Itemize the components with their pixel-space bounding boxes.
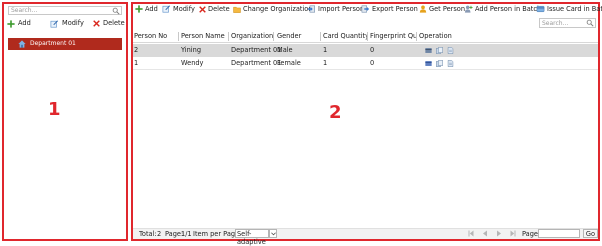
org-delete-label: Delete — [103, 19, 125, 27]
cell-person-name: Wendy — [181, 59, 204, 67]
close-icon — [93, 20, 100, 27]
callout-number-2: 2 — [329, 102, 342, 123]
last-page-icon[interactable] — [510, 230, 516, 237]
go-label: Go — [585, 230, 596, 238]
items-per-page-dropdown[interactable] — [269, 229, 277, 238]
person-icon — [419, 5, 427, 13]
cell-organization: Department 01 — [231, 46, 282, 54]
document-icon[interactable] — [447, 47, 454, 54]
change-organization-label: Change Organization — [243, 5, 313, 13]
cell-person-no: 1 — [134, 59, 139, 67]
column-divider[interactable] — [273, 32, 274, 41]
table-row[interactable] — [133, 44, 598, 57]
issue-card-in-batch-button[interactable]: Issue Card in Batch — [536, 4, 602, 14]
first-page-icon[interactable] — [468, 230, 474, 237]
org-delete-button[interactable]: Delete — [93, 19, 125, 28]
edit-icon — [162, 5, 171, 13]
tree-item-department-01[interactable]: Department 01 — [8, 38, 122, 50]
items-per-page-value: Self-adaptive — [237, 230, 266, 246]
page-value: 1/1 — [181, 230, 192, 238]
delete-label: Delete — [208, 5, 230, 13]
cell-card-quantity: 1 — [323, 59, 328, 67]
org-modify-button[interactable]: Modify — [50, 19, 84, 28]
column-header-operation[interactable]: Operation — [419, 30, 459, 43]
get-person-button[interactable]: Get Person — [419, 4, 465, 14]
close-icon — [199, 5, 206, 13]
copy-icon[interactable] — [436, 60, 443, 67]
column-divider[interactable] — [228, 32, 229, 41]
folder-icon — [233, 6, 241, 13]
go-button[interactable]: Go — [583, 229, 598, 238]
cell-person-no: 2 — [134, 46, 139, 54]
column-header-gender[interactable]: Gender — [277, 30, 321, 43]
organization-panel: Search... Add Modify Delete Department 0… — [2, 2, 128, 241]
column-divider[interactable] — [320, 32, 321, 41]
organization-search-placeholder: Search... — [11, 7, 38, 14]
org-modify-label: Modify — [62, 19, 84, 27]
plus-icon — [135, 5, 143, 13]
search-icon[interactable] — [112, 7, 120, 15]
column-header-organization[interactable]: Organization — [231, 30, 274, 43]
search-icon[interactable] — [586, 19, 594, 27]
home-icon — [18, 40, 26, 48]
items-per-page-select[interactable]: Self-adaptive — [235, 229, 269, 246]
cell-person-name: Yining — [181, 46, 201, 54]
plus-icon — [7, 19, 15, 28]
change-organization-button[interactable]: Change Organization — [233, 4, 313, 14]
total-label: Total: — [139, 230, 157, 238]
total-value: 2 — [157, 230, 162, 238]
add-label: Add — [145, 5, 158, 13]
edit-icon — [50, 19, 59, 28]
cell-fingerprint-quantity: 0 — [370, 59, 375, 67]
page-input-label: Page — [522, 230, 538, 238]
person-search-placeholder: Search... — [542, 20, 569, 27]
column-divider[interactable] — [178, 32, 179, 41]
column-divider[interactable] — [416, 32, 417, 41]
export-person-button[interactable]: Export Person — [361, 4, 418, 14]
add-person-in-batch-button[interactable]: Add Person in Batch — [464, 4, 541, 14]
cell-fingerprint-quantity: 0 — [370, 46, 375, 54]
column-divider[interactable] — [367, 32, 368, 41]
cell-gender: Female — [277, 59, 301, 67]
cell-card-quantity: 1 — [323, 46, 328, 54]
document-icon[interactable] — [447, 60, 454, 67]
org-add-label: Add — [18, 19, 31, 27]
column-header-card-quantity[interactable]: Card Quantity — [323, 30, 367, 43]
organization-search-input[interactable]: Search... — [8, 6, 122, 15]
column-header-person-no[interactable]: Person No — [134, 30, 174, 43]
import-person-button[interactable]: Import Person — [307, 4, 364, 14]
card-icon[interactable] — [425, 60, 432, 67]
column-header-fingerprint-quantity[interactable]: Fingerprint Qua... — [370, 30, 416, 43]
issue-card-in-batch-label: Issue Card in Batch — [547, 5, 602, 13]
add-person-in-batch-label: Add Person in Batch — [475, 5, 542, 13]
get-person-label: Get Person — [429, 5, 466, 13]
export-icon — [361, 5, 370, 13]
person-search-input[interactable]: Search... — [539, 18, 596, 28]
modify-label: Modify — [173, 5, 195, 13]
previous-page-icon[interactable] — [482, 230, 488, 237]
cell-gender: Male — [277, 46, 293, 54]
chevron-down-icon — [271, 232, 276, 236]
org-add-button[interactable]: Add — [7, 19, 31, 28]
callout-number-1: 1 — [48, 99, 61, 120]
column-header-person-name[interactable]: Person Name — [181, 30, 228, 43]
next-page-icon[interactable] — [496, 230, 502, 237]
modify-person-button[interactable]: Modify — [162, 4, 195, 14]
delete-person-button[interactable]: Delete — [199, 4, 230, 14]
import-icon — [307, 5, 315, 13]
copy-icon[interactable] — [436, 47, 443, 54]
tree-item-label: Department 01 — [30, 40, 76, 47]
page-number-input[interactable] — [538, 229, 580, 238]
export-person-label: Export Person — [372, 5, 418, 13]
cell-organization: Department 01 — [231, 59, 282, 67]
card-icon[interactable] — [425, 47, 432, 54]
add-person-icon — [464, 5, 473, 13]
import-person-label: Import Person — [318, 5, 365, 13]
card-icon — [536, 5, 545, 13]
add-person-button[interactable]: Add — [135, 4, 158, 14]
